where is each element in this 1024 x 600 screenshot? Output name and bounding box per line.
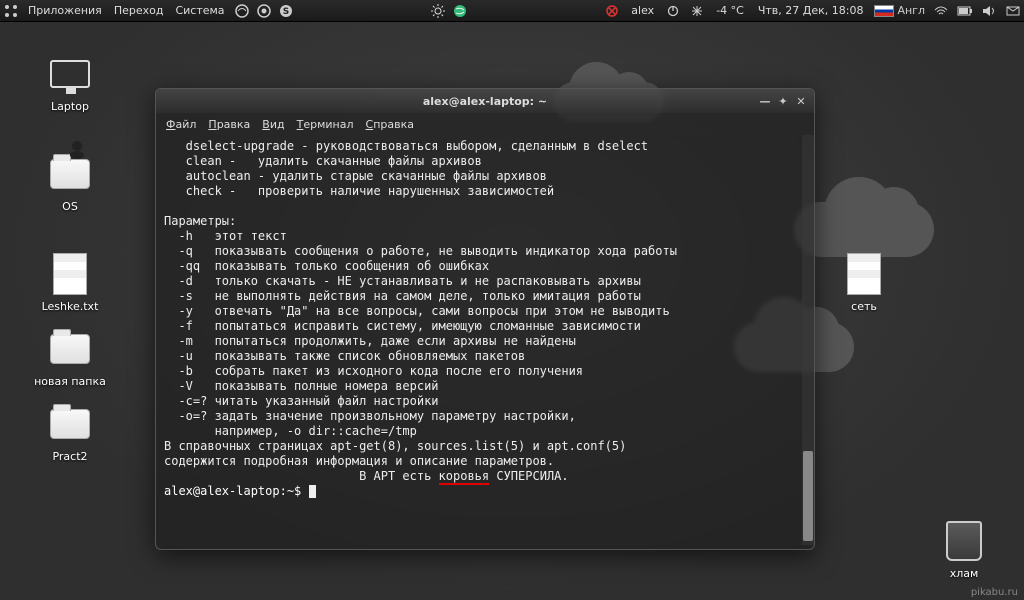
apps-grid-icon[interactable]	[3, 3, 19, 19]
menu-edit[interactable]: Правка	[208, 118, 250, 131]
icon-label: Pract2	[30, 450, 110, 463]
icon-label: Leshke.txt	[30, 300, 110, 313]
battery-icon[interactable]	[957, 3, 973, 19]
window-close-button[interactable]: ✕	[794, 94, 808, 108]
globe-icon[interactable]	[452, 3, 468, 19]
terminal-window[interactable]: alex@alex-laptop: ~ — ✦ ✕ Файл Правка Ви…	[155, 88, 815, 550]
weather-temp[interactable]: -4 °C	[710, 4, 750, 17]
menu-view[interactable]: Вид	[262, 118, 284, 131]
terminal-prompt[interactable]: alex@alex-laptop:~$	[164, 484, 806, 499]
folder-icon	[50, 159, 90, 189]
volume-icon[interactable]	[981, 3, 997, 19]
monitor-icon	[50, 60, 90, 88]
menu-system[interactable]: Система	[169, 4, 230, 17]
top-panel: Приложения Переход Система S alex -4 °C …	[0, 0, 1024, 22]
cursor	[309, 485, 316, 498]
wifi-icon[interactable]	[933, 3, 949, 19]
menu-places[interactable]: Переход	[108, 4, 170, 17]
power-icon[interactable]	[665, 3, 681, 19]
snow-icon	[689, 3, 705, 19]
skype-icon[interactable]: S	[278, 3, 294, 19]
close-red-icon[interactable]	[604, 3, 620, 19]
brightness-icon[interactable]	[430, 3, 446, 19]
cloud-decoration	[794, 202, 934, 257]
trash-icon	[946, 521, 982, 561]
menu-applications[interactable]: Приложения	[22, 4, 108, 17]
terminal-menubar: Файл Правка Вид Терминал Справка	[156, 113, 814, 135]
desktop-icon-laptop[interactable]: Laptop	[30, 50, 110, 113]
document-icon	[53, 253, 87, 295]
terminal-output[interactable]: dselect-upgrade - руководствоваться выбо…	[156, 135, 814, 549]
firefox-icon[interactable]	[234, 3, 250, 19]
watermark: pikabu.ru	[971, 587, 1018, 598]
panel-right-tray: alex -4 °C Чтв, 27 Дек, 18:08 Англ	[601, 3, 1024, 19]
desktop-icon-pract2[interactable]: Pract2	[30, 400, 110, 463]
scrollbar-thumb[interactable]	[803, 451, 813, 541]
user-menu[interactable]: alex	[625, 4, 660, 17]
terminal-scrollbar[interactable]	[802, 135, 814, 545]
mail-icon[interactable]	[1005, 3, 1021, 19]
desktop-icon-os[interactable]: OS	[30, 150, 110, 213]
desktop-icon-trash[interactable]: хлам	[924, 517, 1004, 580]
apt-cow-line: В APT есть коровья СУПЕРСИЛА.	[164, 469, 806, 484]
keyboard-layout[interactable]: Англ	[874, 3, 925, 19]
menu-terminal[interactable]: Терминал	[297, 118, 354, 131]
icon-label: новая папка	[30, 375, 110, 388]
flag-icon	[874, 5, 894, 17]
document-icon	[847, 253, 881, 295]
clock[interactable]: Чтв, 27 Дек, 18:08	[752, 4, 870, 17]
chrome-icon[interactable]	[256, 3, 272, 19]
folder-icon	[50, 334, 90, 364]
menu-help[interactable]: Справка	[366, 118, 414, 131]
icon-label: OS	[30, 200, 110, 213]
svg-text:S: S	[282, 7, 288, 17]
window-maximize-button[interactable]: ✦	[776, 94, 790, 108]
window-minimize-button[interactable]: —	[758, 94, 772, 108]
lang-label: Англ	[897, 4, 925, 17]
desktop-icon-network[interactable]: сеть	[824, 250, 904, 313]
window-titlebar[interactable]: alex@alex-laptop: ~ — ✦ ✕	[156, 89, 814, 113]
icon-label: хлам	[924, 567, 1004, 580]
icon-label: Laptop	[30, 100, 110, 113]
desktop-icon-newfolder[interactable]: новая папка	[30, 325, 110, 388]
folder-icon	[50, 409, 90, 439]
icon-label: сеть	[824, 300, 904, 313]
window-title: alex@alex-laptop: ~	[423, 95, 547, 108]
desktop-icon-leshke[interactable]: Leshke.txt	[30, 250, 110, 313]
menu-file[interactable]: Файл	[166, 118, 196, 131]
